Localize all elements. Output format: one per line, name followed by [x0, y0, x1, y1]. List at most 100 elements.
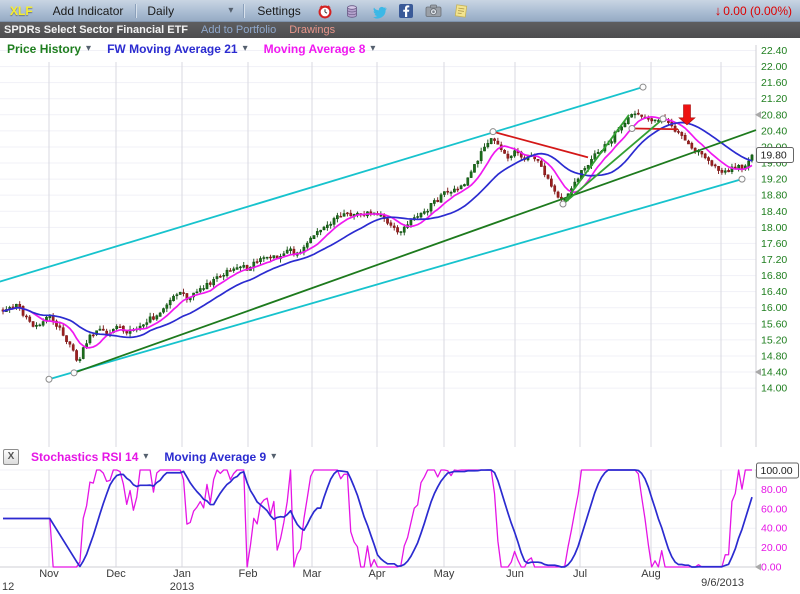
candle-body — [453, 189, 455, 192]
channel-lower-line[interactable] — [49, 179, 742, 379]
main-chart-legend: Price History ▾ FW Moving Average 21 ▾ M… — [7, 42, 387, 56]
current-indicator-label: 100.00 — [761, 465, 793, 477]
candle-body — [433, 200, 435, 203]
candle-body — [152, 317, 154, 320]
current-price-label: 19.80 — [761, 149, 787, 161]
candle-body — [510, 156, 512, 158]
ma21-dropdown[interactable]: FW Moving Average 21 ▾ — [107, 42, 248, 56]
candle-body — [320, 230, 322, 232]
candle-body — [269, 257, 271, 258]
candle-body — [343, 214, 345, 217]
drawing-handle[interactable] — [560, 201, 566, 207]
candle-body — [717, 166, 719, 170]
drawing-handle[interactable] — [71, 370, 77, 376]
candle-body — [72, 345, 74, 351]
candle-body — [142, 325, 144, 326]
chart-canvas[interactable]: 22.4022.0021.6021.2020.8020.4020.0019.60… — [0, 0, 800, 594]
close-indicator-button[interactable]: X — [3, 449, 19, 465]
month-label: Jan — [173, 568, 191, 580]
rally-line-a[interactable] — [563, 115, 629, 204]
drawing-handle[interactable] — [46, 376, 52, 382]
price-axis-label: 22.40 — [761, 45, 787, 57]
trading-app-window: { "toolbar": { "symbol": "XLF", "add_ind… — [0, 0, 800, 594]
month-label: May — [434, 568, 455, 580]
indicator-axis-label: 80.00 — [761, 484, 787, 496]
candle-body — [447, 191, 449, 192]
drawing-handle[interactable] — [739, 176, 745, 182]
ma8-label: Moving Average 8 — [264, 42, 366, 56]
candle-body — [473, 164, 475, 172]
indicator-axis-label: 60.00 — [761, 503, 787, 515]
ma8-dropdown[interactable]: Moving Average 8 ▾ — [264, 42, 376, 56]
drawing-handle[interactable] — [640, 84, 646, 90]
drawing-handle[interactable] — [490, 129, 496, 135]
candle-body — [386, 219, 388, 224]
price-axis-label: 16.40 — [761, 286, 787, 298]
candle-body — [410, 220, 412, 225]
channel-upper-line[interactable] — [0, 87, 643, 283]
chevron-down-icon: ▾ — [243, 44, 248, 54]
candle-body — [283, 254, 285, 256]
candle-body — [691, 143, 693, 148]
end-date-label: 9/6/2013 — [701, 577, 744, 589]
month-label: Jun — [506, 568, 524, 580]
candle-body — [259, 258, 261, 261]
candle-body — [417, 216, 419, 217]
price-axis-label: 19.20 — [761, 174, 787, 186]
candle-body — [350, 213, 352, 216]
candle-body — [196, 292, 198, 293]
stochrsi-dropdown[interactable]: Stochastics RSI 14 ▾ — [31, 450, 148, 464]
candle-body — [116, 326, 118, 328]
price-axis-label: 18.40 — [761, 206, 787, 218]
candle-body — [490, 138, 492, 143]
candle-body — [634, 114, 636, 115]
support-trendline[interactable] — [74, 130, 756, 373]
price-axis-label: 16.00 — [761, 302, 787, 314]
candle-body — [156, 316, 158, 319]
price-history-dropdown[interactable]: Price History ▾ — [7, 42, 91, 56]
candle-body — [624, 123, 626, 127]
candle-body — [19, 304, 21, 307]
price-axis-label: 21.20 — [761, 93, 787, 105]
candle-body — [631, 114, 633, 117]
candle-body — [169, 300, 171, 305]
resistance-line[interactable] — [632, 128, 678, 129]
candle-body — [29, 317, 31, 322]
month-label: Nov — [39, 568, 59, 580]
candle-body — [313, 235, 315, 238]
month-label: Mar — [303, 568, 322, 580]
candle-body — [263, 258, 265, 259]
candle-body — [654, 120, 656, 121]
candle-body — [493, 139, 495, 141]
candle-body — [42, 322, 44, 326]
drawing-handle[interactable] — [629, 125, 635, 131]
candle-body — [82, 348, 84, 359]
candle-body — [507, 154, 509, 158]
price-axis-label: 20.40 — [761, 125, 787, 137]
candle-body — [149, 317, 151, 322]
candle-body — [209, 283, 211, 285]
candle-body — [233, 269, 235, 271]
drawing-handle[interactable] — [660, 116, 666, 122]
month-label: Jul — [573, 568, 587, 580]
candle-body — [751, 155, 753, 160]
month-label: Feb — [239, 568, 258, 580]
candle-body — [172, 296, 174, 301]
chevron-down-icon: ▾ — [370, 44, 375, 54]
ma9-dropdown[interactable]: Moving Average 9 ▾ — [164, 450, 276, 464]
candle-body — [707, 158, 709, 161]
candle-body — [483, 147, 485, 151]
candle-body — [727, 170, 729, 172]
candle-body — [714, 165, 716, 166]
candle-body — [557, 192, 559, 197]
axes: 22.4022.0021.6021.2020.8020.4020.0019.60… — [2, 45, 799, 593]
chevron-down-icon: ▾ — [86, 44, 91, 54]
rally-line-b[interactable] — [563, 119, 663, 204]
candle-body — [229, 270, 231, 271]
ma21-label: FW Moving Average 21 — [107, 42, 237, 56]
candle-body — [266, 257, 268, 258]
candle-body — [547, 175, 549, 179]
candle-body — [236, 268, 238, 270]
candle-body — [146, 323, 148, 325]
candle-body — [206, 283, 208, 289]
